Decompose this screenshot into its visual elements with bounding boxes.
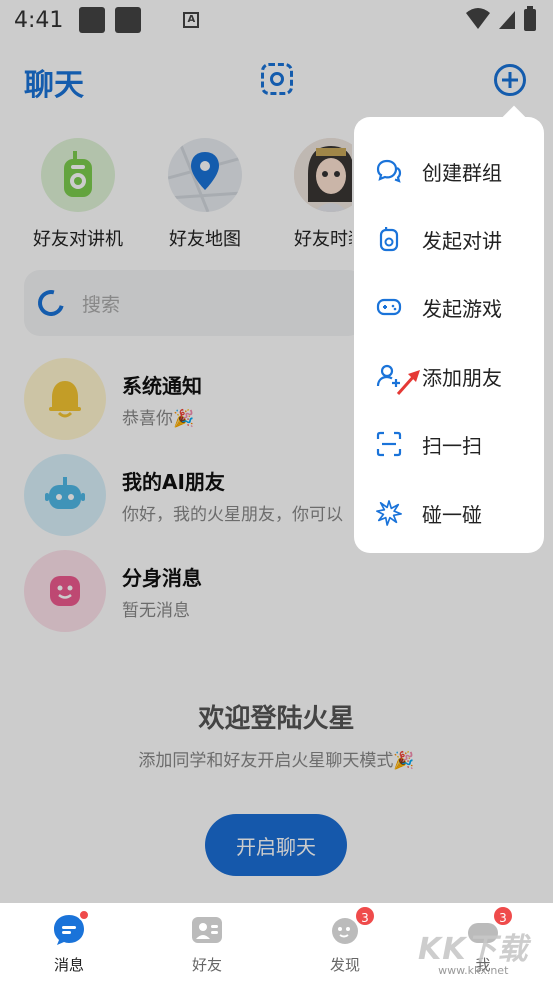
scan-icon bbox=[376, 431, 402, 457]
menu-item-bump[interactable]: 碰一碰 bbox=[376, 493, 482, 533]
tab-messages[interactable]: 消息 bbox=[29, 909, 109, 975]
badge-count: 3 bbox=[354, 905, 376, 927]
walkie-talkie-icon bbox=[376, 226, 402, 252]
tab-label: 好友 bbox=[191, 956, 222, 974]
discover-planet-icon: 3 bbox=[328, 905, 376, 947]
menu-item-create-group[interactable]: 创建群组 bbox=[376, 151, 502, 191]
menu-item-label: 扫一扫 bbox=[422, 433, 482, 458]
add-dropdown-menu: 创建群组 发起对讲 发起游戏 添加朋友 扫一扫 碰一碰 bbox=[354, 117, 544, 553]
menu-item-start-talk[interactable]: 发起对讲 bbox=[376, 219, 502, 259]
menu-item-start-game[interactable]: 发起游戏 bbox=[376, 287, 502, 327]
menu-item-add-friend[interactable]: 添加朋友 bbox=[376, 356, 502, 396]
bump-icon bbox=[376, 500, 402, 526]
unread-dot bbox=[78, 909, 90, 921]
menu-item-label: 添加朋友 bbox=[422, 365, 502, 390]
contacts-icon bbox=[190, 913, 224, 947]
tab-label: 发现 bbox=[329, 956, 360, 974]
chat-bubble-icon bbox=[52, 909, 90, 947]
gamepad-icon bbox=[376, 294, 402, 320]
group-chat-icon bbox=[376, 158, 402, 184]
watermark: KK下载 www.kkx.net bbox=[418, 924, 529, 977]
pointer-arrow-icon bbox=[396, 370, 420, 395]
menu-item-label: 发起游戏 bbox=[422, 296, 502, 321]
menu-item-label: 发起对讲 bbox=[422, 228, 502, 253]
watermark-logo: KK下载 bbox=[418, 932, 529, 967]
tab-friends[interactable]: 好友 bbox=[167, 913, 247, 975]
menu-item-label: 创建群组 bbox=[422, 160, 502, 185]
menu-item-label: 碰一碰 bbox=[422, 502, 482, 527]
menu-item-scan[interactable]: 扫一扫 bbox=[376, 424, 482, 464]
tab-discover[interactable]: 3 发现 bbox=[305, 905, 385, 975]
tab-label: 消息 bbox=[53, 956, 84, 974]
